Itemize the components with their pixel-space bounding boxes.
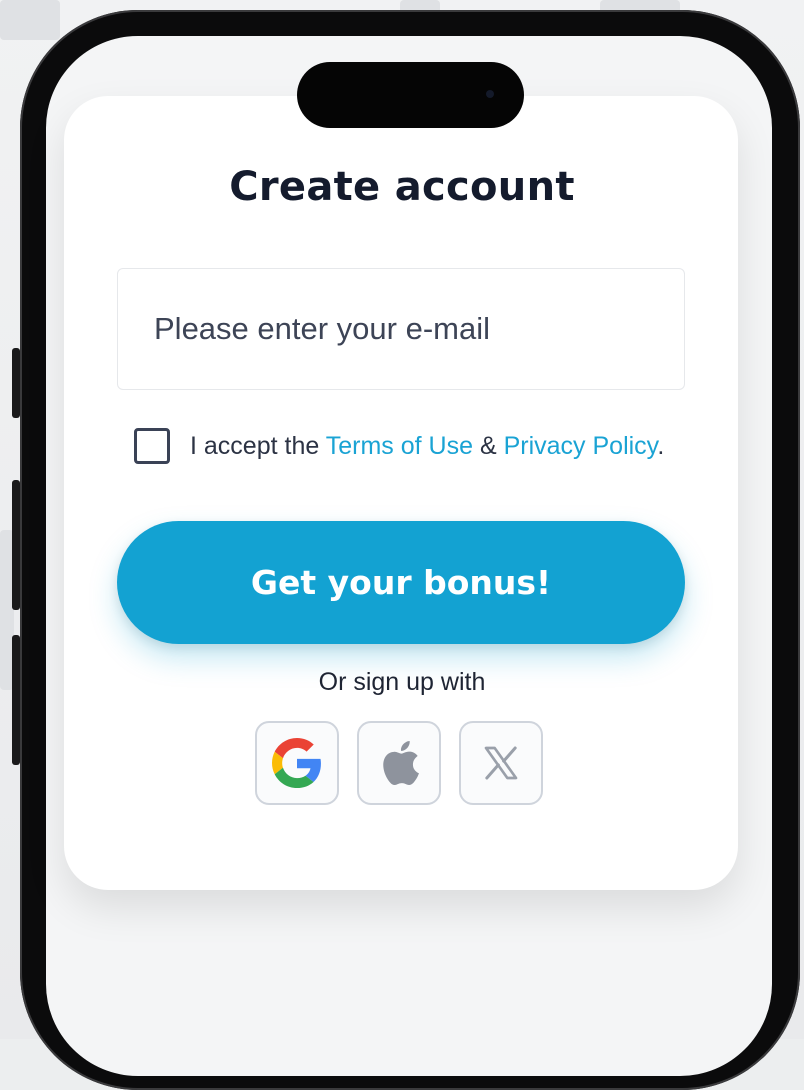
page-title: Create account xyxy=(229,164,575,210)
consent-text: I accept the Terms of Use & Privacy Poli… xyxy=(190,432,664,461)
social-signup-heading: Or sign up with xyxy=(318,668,486,696)
dynamic-island xyxy=(297,62,524,128)
terms-of-use-link[interactable]: Terms of Use xyxy=(326,432,473,460)
phone-side-button xyxy=(12,480,20,610)
consent-checkbox[interactable] xyxy=(134,428,170,464)
x-icon xyxy=(484,746,518,780)
get-bonus-button[interactable]: Get your bonus! xyxy=(117,521,685,644)
consent-separator: & xyxy=(473,431,504,460)
apple-icon xyxy=(383,741,419,786)
social-signup-row xyxy=(255,721,543,805)
apple-signup-button[interactable] xyxy=(357,721,441,805)
google-signup-button[interactable] xyxy=(255,721,339,805)
phone-side-button xyxy=(12,348,20,418)
phone-side-button xyxy=(12,635,20,765)
backdrop-shape xyxy=(0,0,60,40)
email-field[interactable] xyxy=(117,268,685,390)
consent-prefix: I accept the xyxy=(190,431,326,460)
camera-lens-icon xyxy=(486,90,494,98)
privacy-policy-link[interactable]: Privacy Policy xyxy=(504,432,658,460)
consent-suffix: . xyxy=(657,431,665,460)
consent-row: I accept the Terms of Use & Privacy Poli… xyxy=(134,426,664,466)
email-input[interactable] xyxy=(118,269,684,389)
google-icon xyxy=(272,738,321,788)
x-signup-button[interactable] xyxy=(459,721,543,805)
